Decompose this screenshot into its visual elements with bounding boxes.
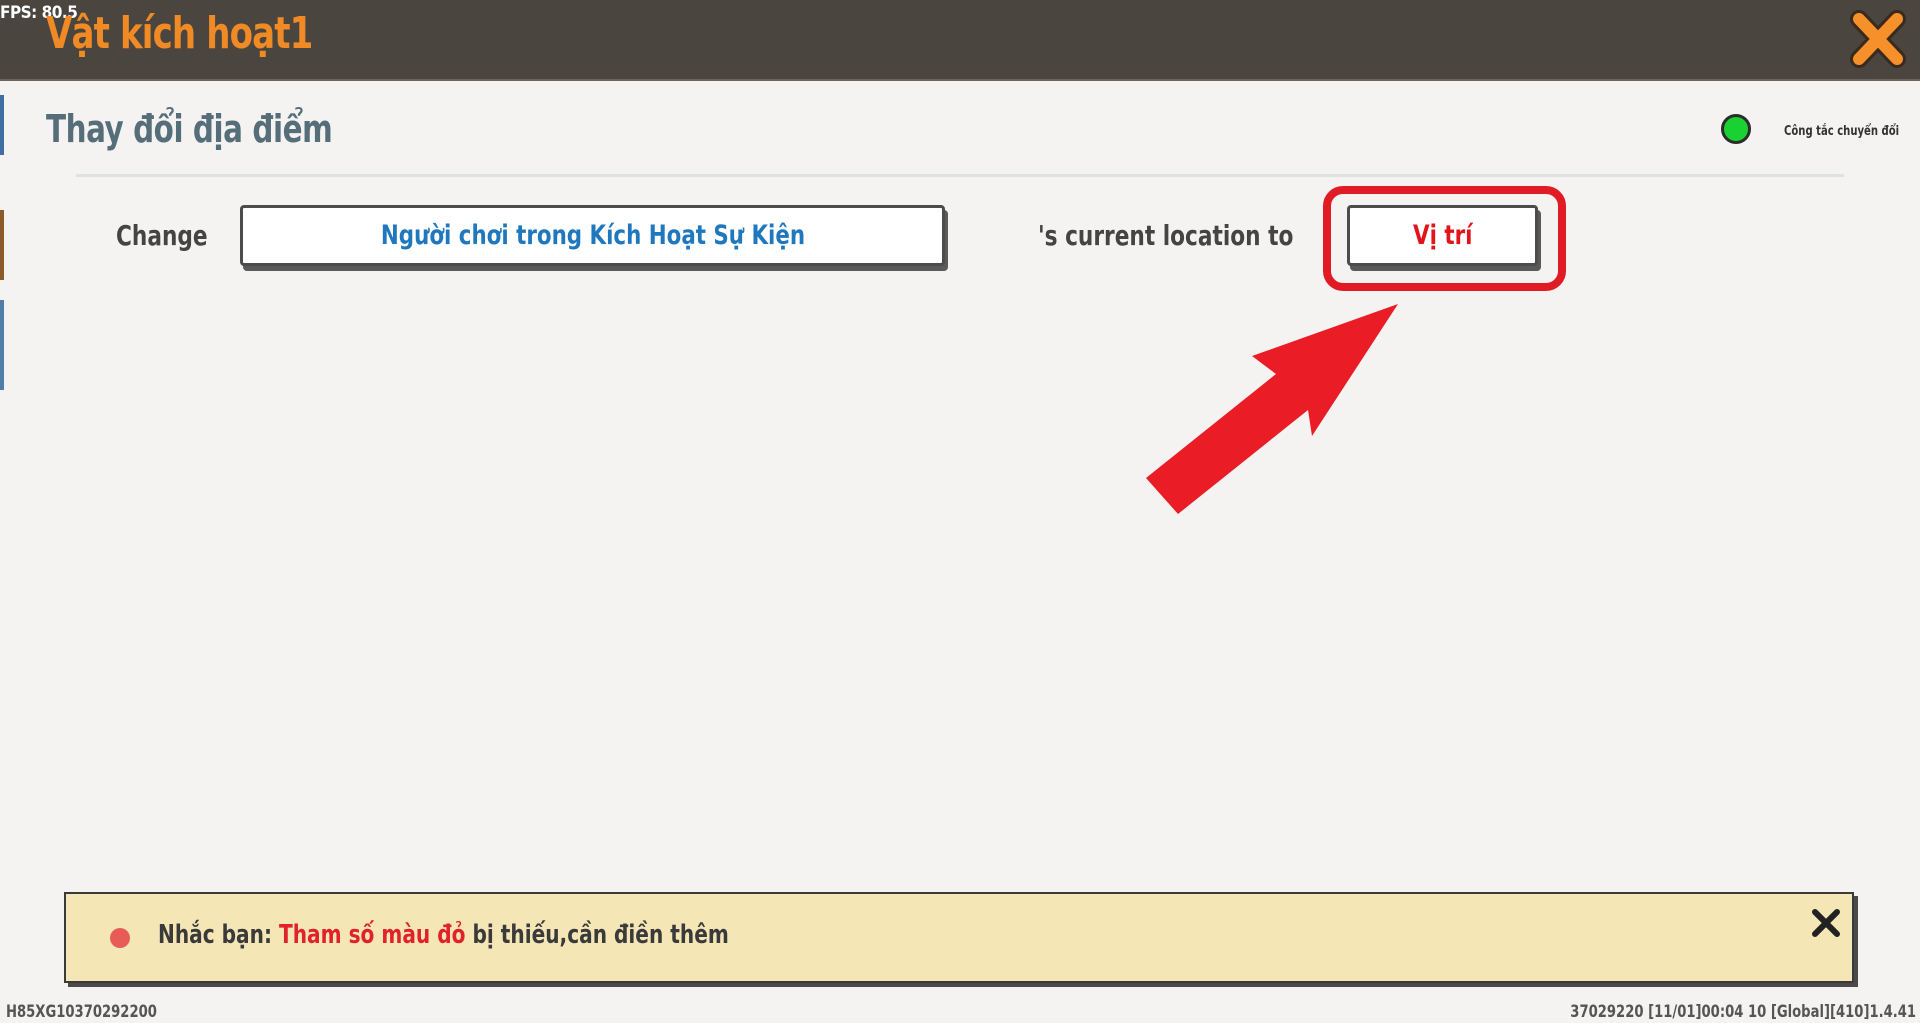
footer-id: H85XG10370292200 [6, 1002, 157, 1022]
player-parameter-button[interactable]: Người chơi trong Kích Hoạt Sự Kiện [240, 205, 945, 266]
footer-info: 37029220 [11/01]00:04 10 [Global][410]1.… [1570, 1002, 1916, 1022]
notice-banner: Nhắc bạn: Tham số màu đỏ bị thiếu,cần đi… [64, 892, 1854, 983]
warning-dot-icon [110, 928, 130, 948]
player-parameter-label: Người chơi trong Kích Hoạt Sự Kiện [380, 220, 805, 251]
window-title: Vật kích hoạt1 [46, 8, 313, 59]
notice-highlight: Tham số màu đỏ [279, 920, 466, 950]
title-bar: FPS: 80.5 Vật kích hoạt1 [0, 0, 1920, 81]
close-icon[interactable] [1809, 906, 1843, 940]
notice-text: Nhắc bạn: Tham số màu đỏ bị thiếu,cần đi… [158, 920, 729, 950]
notice-suffix: bị thiếu,cần điền thêm [472, 920, 729, 950]
divider [76, 174, 1844, 177]
section-title: Thay đổi địa điểm [46, 107, 333, 151]
current-location-label: 's current location to [1038, 219, 1294, 252]
annotation-highlight-box [1323, 186, 1566, 291]
red-arrow-icon [1146, 304, 1398, 514]
change-label: Change [116, 219, 208, 252]
notice-prefix: Nhắc bạn: [158, 920, 273, 950]
background-side-strip [0, 95, 4, 395]
toggle-label: Công tắc chuyển đổi [1784, 124, 1900, 139]
toggle-switch-icon[interactable] [1721, 114, 1751, 144]
close-x-icon[interactable] [1848, 8, 1908, 70]
